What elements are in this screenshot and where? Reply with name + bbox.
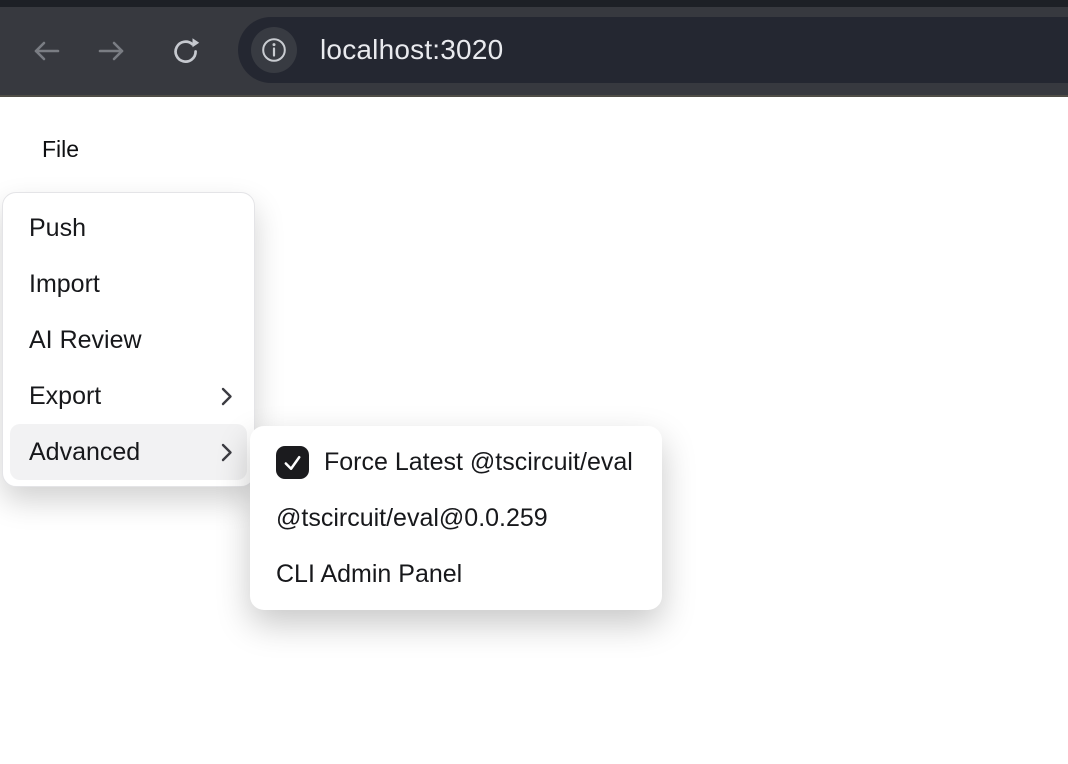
checkbox-checked[interactable] — [276, 446, 309, 479]
submenu-item-label: CLI Admin Panel — [276, 560, 462, 589]
submenu-item-force-latest[interactable]: Force Latest @tscircuit/eval — [250, 434, 662, 490]
reload-button[interactable] — [168, 33, 204, 69]
forward-icon — [98, 41, 126, 61]
submenu-item-eval-version[interactable]: @tscircuit/eval@0.0.259 — [250, 490, 662, 546]
url-text: localhost:3020 — [320, 34, 503, 66]
menu-item-import[interactable]: Import — [10, 257, 247, 313]
submenu-item-label: Force Latest @tscircuit/eval — [324, 448, 633, 477]
check-icon — [281, 451, 304, 474]
forward-button[interactable] — [94, 33, 130, 69]
submenu-item-label: @tscircuit/eval@0.0.259 — [276, 504, 548, 533]
browser-chrome: localhost:3020 — [0, 0, 1068, 97]
menubar — [0, 97, 1068, 198]
menu-item-label: AI Review — [29, 326, 142, 355]
chevron-right-icon — [221, 387, 233, 406]
menu-item-advanced[interactable]: Advanced — [10, 424, 247, 480]
reload-icon — [172, 37, 200, 65]
file-menu-trigger[interactable]: File — [42, 136, 79, 163]
menu-item-label: Export — [29, 382, 101, 411]
omnibox[interactable]: localhost:3020 — [238, 17, 1068, 83]
app-window: File Push Import AI Review Export Advanc… — [0, 0, 1068, 764]
menu-item-label: Push — [29, 214, 86, 243]
menu-item-label: Import — [29, 270, 100, 299]
menu-item-ai-review[interactable]: AI Review — [10, 313, 247, 369]
file-dropdown-menu: Push Import AI Review Export Advanced — [2, 192, 255, 487]
menu-item-export[interactable]: Export — [10, 368, 247, 424]
info-icon-wrap[interactable] — [251, 27, 297, 73]
menu-item-label: Advanced — [29, 438, 140, 467]
back-icon — [32, 41, 60, 61]
chevron-right-icon — [221, 443, 233, 462]
window-top-strip — [0, 0, 1068, 7]
back-button[interactable] — [28, 33, 64, 69]
advanced-submenu: Force Latest @tscircuit/eval @tscircuit/… — [250, 426, 662, 610]
menu-item-push[interactable]: Push — [10, 201, 247, 257]
info-icon — [261, 37, 287, 63]
submenu-item-cli-admin-panel[interactable]: CLI Admin Panel — [250, 546, 662, 602]
